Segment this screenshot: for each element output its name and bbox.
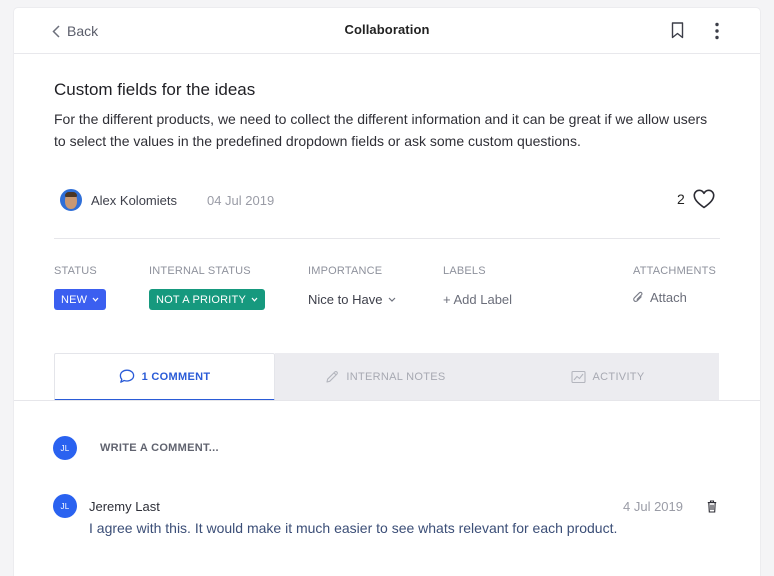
attach-label: Attach (650, 290, 687, 305)
tab-bar: 1 COMMENT INTERNAL NOTES ACTIVITY (54, 353, 719, 401)
comment-input[interactable]: WRITE A COMMENT... (100, 438, 400, 458)
status-value: NEW (61, 293, 88, 306)
tab-notes-label: INTERNAL NOTES (346, 371, 446, 383)
chevron-down-icon (388, 297, 396, 302)
top-bar: Back Collaboration (14, 8, 760, 54)
divider (54, 238, 720, 239)
importance-value: Nice to Have (308, 292, 383, 307)
like-count: 2 (677, 191, 685, 207)
internal-status-value: NOT A PRIORITY (156, 293, 247, 306)
comment-date: 4 Jul 2019 (623, 499, 683, 514)
avatar: JL (53, 494, 77, 518)
tab-activity[interactable]: ACTIVITY (496, 353, 719, 401)
idea-detail-card: Back Collaboration Custom fields for the… (14, 8, 760, 576)
pencil-icon (326, 371, 339, 383)
idea-description: For the different products, we need to c… (54, 111, 708, 149)
more-options-icon[interactable] (714, 22, 720, 40)
comment-icon (119, 369, 134, 383)
status-dropdown[interactable]: NEW (54, 289, 107, 310)
likes: 2 (677, 189, 715, 209)
comment-composer: JL WRITE A COMMENT... (53, 436, 400, 460)
trash-icon[interactable] (707, 500, 717, 513)
heart-icon[interactable] (693, 189, 715, 209)
importance-label: IMPORTANCE (308, 265, 383, 277)
idea-title: Custom fields for the ideas (54, 80, 256, 99)
bookmark-icon[interactable] (671, 22, 684, 39)
tab-activity-label: ACTIVITY (592, 371, 645, 383)
status-label: STATUS (54, 265, 97, 277)
tab-comments-label: 1 COMMENT (141, 370, 211, 383)
page-title: Collaboration (344, 22, 430, 37)
attachments-label: ATTACHMENTS (633, 265, 717, 277)
labels-label: LABELS (443, 265, 486, 277)
internal-status-label: INTERNAL STATUS (149, 265, 251, 277)
avatar: JL (53, 436, 77, 460)
add-label-button[interactable]: + Add Label (443, 291, 512, 309)
avatar[interactable] (60, 189, 82, 211)
chevron-down-icon (251, 297, 258, 302)
tab-comments[interactable]: 1 COMMENT (54, 353, 275, 401)
comment-text: I agree with this. It would make it much… (89, 520, 618, 536)
idea-author: Alex Kolomiets 04 Jul 2019 (60, 188, 274, 212)
activity-icon (570, 370, 586, 384)
attach-button[interactable]: Attach (633, 290, 687, 309)
comment-item: JL Jeremy Last 4 Jul 2019 I agree with t… (53, 494, 721, 544)
comment-author: Jeremy Last (89, 499, 160, 514)
divider (14, 400, 760, 401)
tab-internal-notes[interactable]: INTERNAL NOTES (275, 353, 496, 401)
paperclip-icon (633, 291, 643, 302)
internal-status-badge[interactable]: NOT A PRIORITY (149, 289, 266, 310)
add-label-text: + Add Label (443, 292, 513, 307)
idea-date: 04 Jul 2019 (206, 192, 275, 208)
chevron-down-icon (92, 297, 99, 302)
importance-dropdown[interactable]: Nice to Have (308, 291, 396, 309)
internal-status-dropdown[interactable]: NOT A PRIORITY (149, 289, 266, 310)
status-badge[interactable]: NEW (54, 289, 107, 310)
author-name[interactable]: Alex Kolomiets (91, 193, 177, 208)
